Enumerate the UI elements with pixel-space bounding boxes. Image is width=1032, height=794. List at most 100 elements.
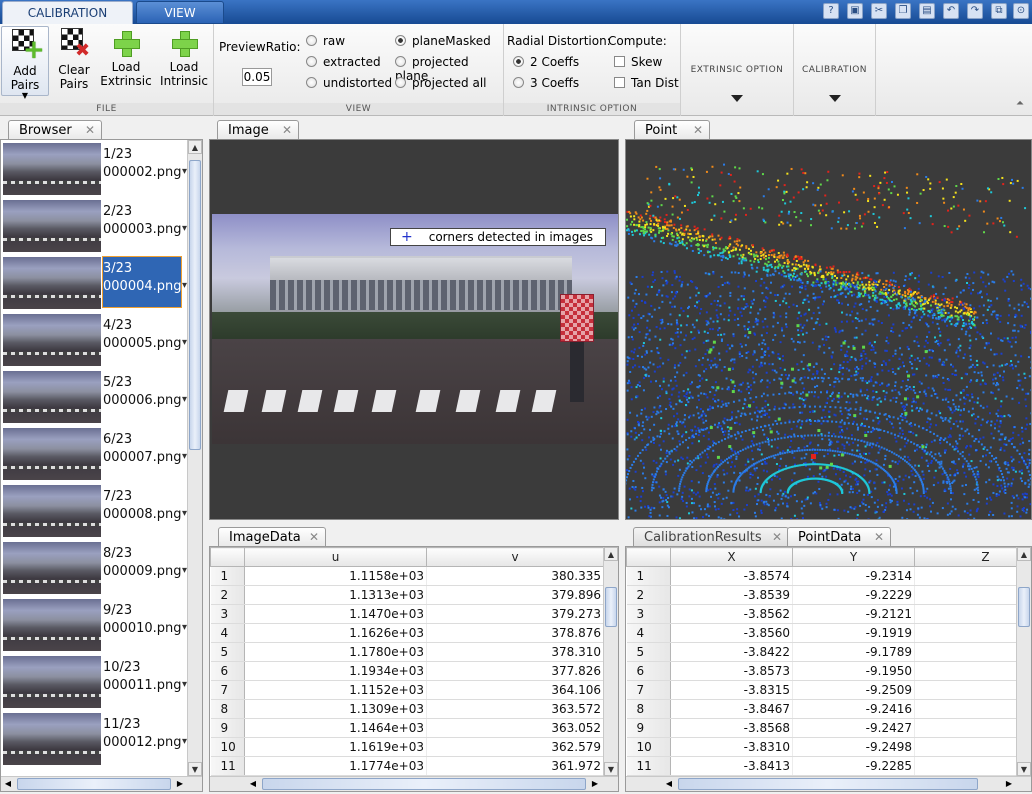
table-cell[interactable]: -3.8568	[670, 718, 793, 738]
table-cell[interactable]: -9.1789	[792, 642, 915, 662]
table-cell[interactable]: 378.876	[426, 623, 603, 643]
scroll-left-icon[interactable]: ◀	[246, 777, 260, 791]
browser-item[interactable]: 10/23 000011.png ▾	[1, 653, 187, 710]
table-cell[interactable]: -9.2285	[792, 756, 915, 776]
table-cell[interactable]: -3.8413	[670, 756, 793, 776]
help-icon[interactable]: ?	[823, 3, 839, 19]
table-row[interactable]: 4 1.1626e+03 378.876	[210, 623, 603, 643]
preview-ratio-input[interactable]: 0.05	[242, 68, 272, 86]
table-cell[interactable]: 363.052	[426, 718, 603, 738]
radio-3-coeffs[interactable]: 3 Coeffs	[513, 76, 579, 90]
table-row[interactable]: 7-3.8315-9.25090.24	[626, 680, 1016, 700]
browser-item[interactable]: 6/23 000007.png ▾	[1, 425, 187, 482]
tab-calibration[interactable]: CALIBRATION	[2, 1, 133, 24]
table-cell[interactable]: 380.335	[426, 566, 603, 586]
add-pairs-dropdown-icon[interactable]: ▼	[2, 92, 48, 100]
table-row[interactable]: 5 1.1780e+03 378.310	[210, 642, 603, 662]
table-row[interactable]: 2 1.1313e+03 379.896	[210, 585, 603, 605]
table-cell[interactable]: 1.1626e+03	[244, 623, 427, 643]
table-cell[interactable]: -9.2416	[792, 699, 915, 719]
table-cell[interactable]: 0.07	[914, 585, 1016, 605]
table-cell[interactable]: 364.106	[426, 680, 603, 700]
table-row[interactable]: 1-3.8574-9.23140.24	[626, 566, 1016, 586]
save-icon[interactable]: ▣	[847, 3, 863, 19]
table-cell[interactable]: -3.8467	[670, 699, 793, 719]
image-tab[interactable]: Image ✕	[217, 120, 299, 140]
scroll-up-icon[interactable]: ▲	[604, 547, 618, 561]
table-row[interactable]: 3 1.1470e+03 379.273	[210, 604, 603, 624]
table-cell[interactable]: -9.2121	[792, 604, 915, 624]
column-header[interactable]: X	[670, 547, 793, 567]
close-icon[interactable]: ✕	[693, 121, 703, 140]
table-cell[interactable]: 377.826	[426, 661, 603, 681]
table-cell[interactable]: 0.13	[914, 718, 1016, 738]
table-cell[interactable]: -3.8539	[670, 585, 793, 605]
table-row[interactable]: 9 1.1464e+03 363.052	[210, 718, 603, 738]
scroll-right-icon[interactable]: ▶	[173, 777, 187, 791]
copy-icon[interactable]: ❐	[895, 3, 911, 19]
scroll-thumb[interactable]	[1018, 587, 1030, 627]
switch-windows-icon[interactable]: ⧉	[991, 3, 1007, 19]
pointdata-vscrollbar[interactable]: ▲ ▼	[1016, 547, 1031, 776]
browser-item[interactable]: 11/23 000012.png ▾	[1, 710, 187, 767]
table-cell[interactable]: -3.8574	[670, 566, 793, 586]
column-header[interactable]: v	[426, 547, 603, 567]
close-icon[interactable]: ✕	[772, 528, 782, 547]
table-row[interactable]: 2-3.8539-9.22290.07	[626, 585, 1016, 605]
imagedata-vscrollbar[interactable]: ▲ ▼	[603, 547, 618, 776]
table-cell[interactable]: 1.1152e+03	[244, 680, 427, 700]
scroll-right-icon[interactable]: ▶	[1002, 777, 1016, 791]
pointdata-table[interactable]: XYZ1-3.8574-9.23140.242-3.8539-9.22290.0…	[626, 547, 1016, 776]
load-intrinsic-button[interactable]: Load Intrinsic	[158, 26, 210, 96]
imagedata-table[interactable]: u v 1 1.1158e+03 380.335 2 1.1313e+03 379.896 3 1…	[210, 547, 603, 776]
table-cell[interactable]: 0.01	[914, 756, 1016, 776]
table-cell[interactable]: 1.1934e+03	[244, 661, 427, 681]
close-icon[interactable]: ✕	[282, 121, 292, 140]
close-icon[interactable]: ✕	[85, 121, 95, 140]
scroll-thumb[interactable]	[678, 778, 978, 790]
browser-item[interactable]: 7/23 000008.png ▾	[1, 482, 187, 539]
table-row[interactable]: 4-3.8560-9.1919-0.40	[626, 623, 1016, 643]
table-row[interactable]: 1 1.1158e+03 380.335	[210, 566, 603, 586]
radio-extracted[interactable]: extracted	[306, 55, 381, 69]
calibration-results-tab[interactable]: CalibrationResults ✕	[633, 527, 789, 547]
browser-item[interactable]: 8/23 000009.png ▾	[1, 539, 187, 596]
redo-icon[interactable]: ↷	[967, 3, 983, 19]
imagedata-hscrollbar[interactable]: ◀ ▶	[210, 776, 618, 791]
paste-icon[interactable]: ▤	[919, 3, 935, 19]
table-cell[interactable]: 361.972	[426, 756, 603, 776]
table-cell[interactable]: -3.8560	[670, 623, 793, 643]
table-cell[interactable]: -9.2229	[792, 585, 915, 605]
table-row[interactable]: 11 1.1774e+03 361.972	[210, 756, 603, 776]
table-cell[interactable]: -9.1919	[792, 623, 915, 643]
table-cell[interactable]: -3.8315	[670, 680, 793, 700]
browser-item[interactable]: 4/23 000005.png ▾	[1, 311, 187, 368]
table-cell[interactable]: 0.24	[914, 566, 1016, 586]
table-cell[interactable]: -3.8310	[670, 737, 793, 757]
table-row[interactable]: 3-3.8562-9.2121-0.16	[626, 604, 1016, 624]
table-row[interactable]: 11-3.8413-9.22850.01	[626, 756, 1016, 776]
table-cell[interactable]: 1.1313e+03	[244, 585, 427, 605]
add-pairs-button[interactable]: + Add Pairs ▼	[1, 26, 49, 100]
radio-2-coeffs[interactable]: 2 Coeffs	[513, 55, 579, 69]
point-cloud-view[interactable]	[625, 139, 1032, 520]
table-cell[interactable]: 1.1780e+03	[244, 642, 427, 662]
table-row[interactable]: 9-3.8568-9.24270.13	[626, 718, 1016, 738]
scroll-thumb[interactable]	[17, 778, 171, 790]
table-cell[interactable]: -0.57	[914, 661, 1016, 681]
table-cell[interactable]: 1.1774e+03	[244, 756, 427, 776]
point-tab[interactable]: Point ✕	[634, 120, 710, 140]
pointdata-tab[interactable]: PointData ✕	[787, 527, 891, 547]
scroll-up-icon[interactable]: ▲	[1017, 547, 1031, 561]
table-cell[interactable]: -0.16	[914, 604, 1016, 624]
scroll-down-icon[interactable]: ▼	[188, 762, 202, 776]
scroll-left-icon[interactable]: ◀	[662, 777, 676, 791]
column-header[interactable]: u	[244, 547, 427, 567]
table-cell[interactable]: 1.1619e+03	[244, 737, 427, 757]
scroll-thumb[interactable]	[189, 160, 201, 450]
browser-vscrollbar[interactable]: ▲ ▼	[187, 140, 202, 776]
calibration-dropdown-icon[interactable]	[794, 95, 875, 102]
table-cell[interactable]: -9.2314	[792, 566, 915, 586]
table-cell[interactable]: -0.51	[914, 642, 1016, 662]
table-cell[interactable]: 363.572	[426, 699, 603, 719]
